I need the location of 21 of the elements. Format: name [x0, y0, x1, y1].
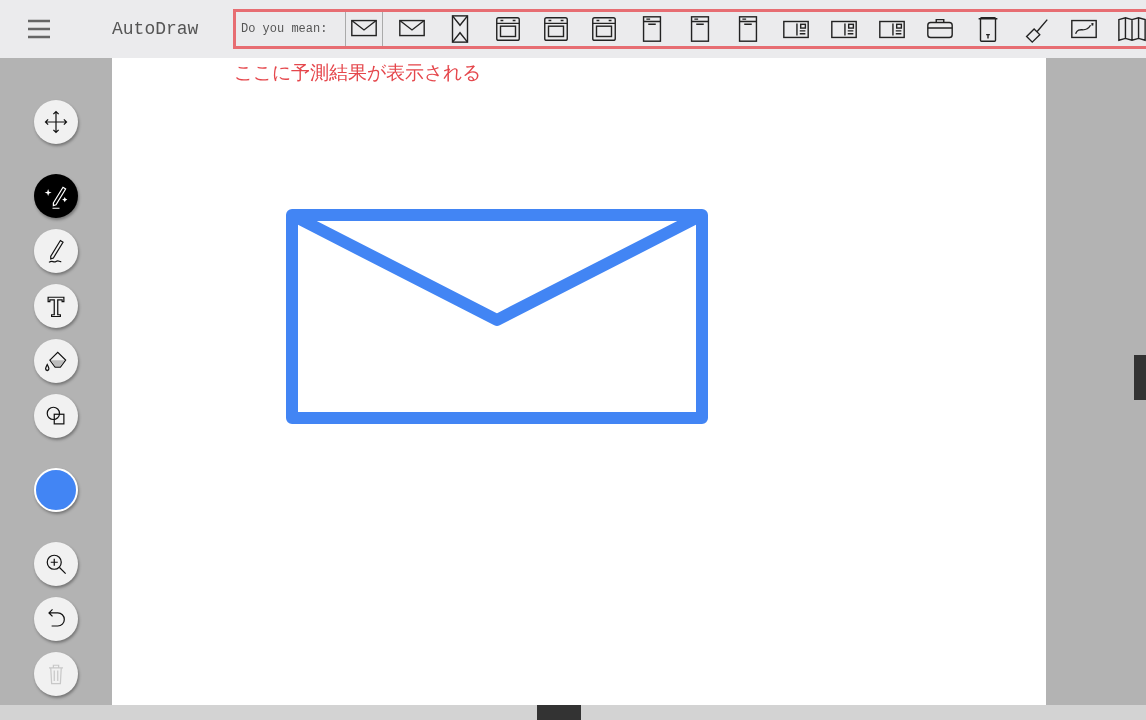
color-swatch[interactable]	[34, 468, 78, 512]
scrollbar-thumb[interactable]	[1134, 355, 1146, 400]
autodraw-tool-button[interactable]	[34, 174, 78, 218]
oven-icon	[493, 14, 523, 44]
move-icon	[42, 108, 70, 136]
menu-icon	[27, 19, 51, 39]
fill-tool-button[interactable]	[34, 339, 78, 383]
draw-tool-button[interactable]	[34, 229, 78, 273]
suggestions-label: Do you mean:	[240, 22, 329, 36]
undo-tool-button[interactable]	[34, 597, 78, 641]
suggestion-button[interactable]	[345, 9, 383, 49]
zoom-tool-button[interactable]	[34, 542, 78, 586]
app-title: AutoDraw	[112, 19, 200, 39]
type-tool-button[interactable]	[34, 284, 78, 328]
folded-map-icon	[1117, 14, 1146, 44]
shape-tool-button[interactable]	[34, 394, 78, 438]
scrollbar-thumb[interactable]	[537, 705, 581, 720]
oven-icon	[589, 14, 619, 44]
annotation-text: ここに予測結果が表示される	[234, 60, 481, 85]
move-tool-button[interactable]	[34, 100, 78, 144]
oven-icon	[541, 14, 571, 44]
